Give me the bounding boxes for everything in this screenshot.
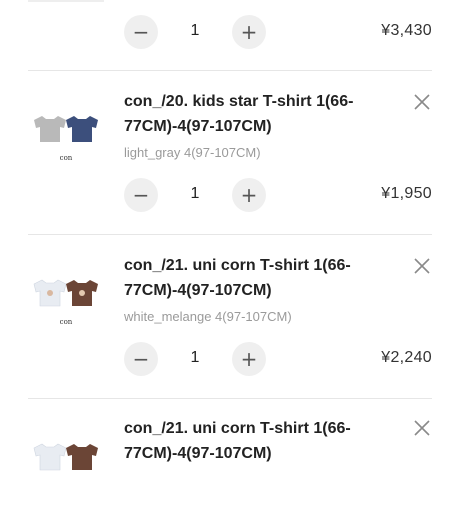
close-icon[interactable] (412, 418, 432, 438)
item-price: ¥3,430 (381, 22, 432, 39)
close-icon[interactable] (412, 256, 432, 276)
item-divider (28, 234, 432, 235)
plus-icon: + (240, 347, 258, 371)
minus-icon: − (132, 20, 150, 44)
item-divider (28, 398, 432, 399)
increase-quantity-button[interactable]: + (232, 178, 266, 212)
product-title[interactable]: con_/21. uni corn T-shirt 1(66-77CM)-4(9… (124, 416, 364, 466)
minus-icon: − (132, 183, 150, 207)
close-icon[interactable] (412, 92, 432, 112)
minus-icon: − (132, 347, 150, 371)
decrease-quantity-button[interactable]: − (124, 15, 158, 49)
product-variant: light_gray 4(97-107CM) (124, 145, 261, 160)
thumbnail-brand-label: con (60, 154, 73, 162)
quantity-value: 1 (190, 22, 200, 39)
previous-item-thumbnail-edge (28, 0, 104, 2)
quantity-value: 1 (190, 185, 200, 202)
product-variant: white_melange 4(97-107CM) (124, 309, 292, 324)
decrease-quantity-button[interactable]: − (124, 178, 158, 212)
thumbnail-brand-label: con (60, 318, 73, 326)
plus-icon: + (240, 183, 258, 207)
plus-icon: + (240, 20, 258, 44)
product-thumbnail[interactable] (28, 436, 104, 516)
increase-quantity-button[interactable]: + (232, 15, 266, 49)
item-price: ¥2,240 (381, 349, 432, 366)
decrease-quantity-button[interactable]: − (124, 342, 158, 376)
quantity-value: 1 (190, 349, 200, 366)
item-divider (28, 70, 432, 71)
item-price: ¥1,950 (381, 185, 432, 202)
product-title[interactable]: con_/21. uni corn T-shirt 1(66-77CM)-4(9… (124, 253, 364, 303)
product-title[interactable]: con_/20. kids star T-shirt 1(66-77CM)-4(… (124, 89, 364, 139)
product-thumbnail[interactable]: con (28, 108, 104, 188)
product-thumbnail[interactable]: con (28, 272, 104, 352)
increase-quantity-button[interactable]: + (232, 342, 266, 376)
